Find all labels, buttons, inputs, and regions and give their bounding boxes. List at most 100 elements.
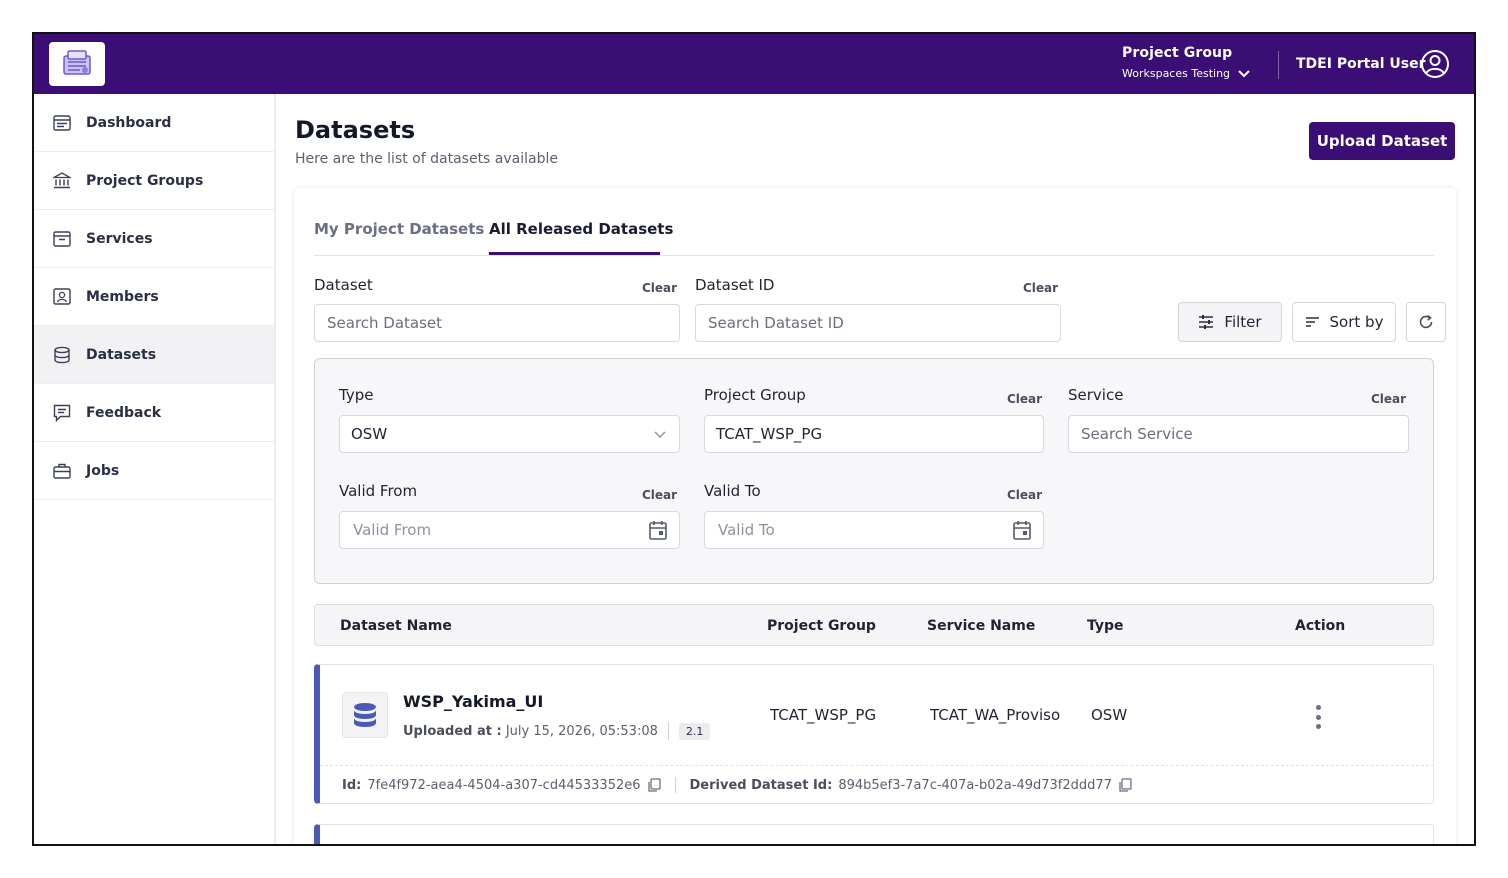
database-icon	[52, 345, 72, 365]
sidebar-item-members[interactable]: Members	[34, 268, 274, 326]
dataset-id-clear-link[interactable]: Clear	[1023, 281, 1058, 295]
app-logo[interactable]	[49, 42, 105, 86]
user-name[interactable]: TDEI Portal User	[1296, 56, 1426, 72]
archive-box-icon	[52, 229, 72, 249]
filter-button[interactable]: Filter	[1178, 302, 1282, 342]
sidebar-item-label: Jobs	[86, 462, 120, 479]
sidebar-item-jobs[interactable]: Jobs	[34, 442, 274, 500]
sidebar-item-project-groups[interactable]: Project Groups	[34, 152, 274, 210]
meta-divider	[667, 722, 669, 740]
sidebar-item-dashboard[interactable]: Dashboard	[34, 94, 274, 152]
upload-dataset-button[interactable]: Upload Dataset	[1309, 122, 1455, 160]
dataset-tabs: My Project Datasets All Released Dataset…	[314, 188, 1434, 256]
page-title: Datasets	[295, 116, 416, 144]
chevron-down-icon	[654, 431, 666, 439]
dataset-upload-meta: Uploaded at : July 15, 2026, 05:53:08 2.…	[403, 722, 711, 740]
sidebar-item-label: Services	[86, 230, 153, 247]
col-type[interactable]: Type	[1087, 618, 1124, 634]
dashboard-icon	[52, 113, 72, 133]
briefcase-icon	[52, 461, 72, 481]
type-select-value: OSW	[351, 425, 388, 443]
uploaded-at-label: Uploaded at :	[403, 723, 502, 739]
derived-id-value: 894b5ef3-7a7c-407a-b02a-49d73f2ddd77	[838, 777, 1112, 793]
col-service-name[interactable]: Service Name	[927, 618, 1035, 634]
sidebar: Dashboard Project Groups Services Member…	[34, 94, 276, 844]
project-group-selector[interactable]: Project Group Workspaces Testing	[1122, 45, 1250, 80]
calendar-icon[interactable]	[1013, 520, 1031, 540]
sidebar-item-label: Feedback	[86, 404, 162, 421]
type-select[interactable]: OSW	[339, 415, 680, 453]
valid-to-placeholder: Valid To	[718, 521, 775, 539]
active-tab-indicator	[489, 252, 660, 255]
type-filter-label: Type	[339, 386, 374, 404]
calendar-icon[interactable]	[649, 520, 667, 540]
refresh-button[interactable]	[1406, 302, 1446, 342]
top-navbar: Project Group Workspaces Testing TDEI Po…	[34, 34, 1474, 94]
derived-id-label: Derived Dataset Id:	[689, 777, 833, 793]
row-service-name: TCAT_WA_Proviso	[930, 706, 1061, 724]
id-divider	[674, 777, 676, 793]
project-group-filter-input[interactable]: TCAT_WSP_PG	[704, 415, 1044, 453]
row-actions-menu-icon[interactable]	[1310, 702, 1326, 732]
uploaded-at-value: July 15, 2026, 05:53:08	[505, 723, 658, 739]
valid-from-label: Valid From	[339, 482, 418, 500]
valid-from-input[interactable]: Valid From	[339, 511, 680, 549]
valid-to-input[interactable]: Valid To	[704, 511, 1044, 549]
valid-to-clear-link[interactable]: Clear	[1007, 488, 1042, 502]
project-group-value-row: Workspaces Testing	[1122, 67, 1250, 80]
valid-from-placeholder: Valid From	[353, 521, 432, 539]
row-project-group: TCAT_WSP_PG	[770, 706, 877, 724]
sidebar-item-feedback[interactable]: Feedback	[34, 384, 274, 442]
uploaded-at: Uploaded at : July 15, 2026, 05:53:08	[403, 724, 658, 739]
row-type: OSW	[1091, 706, 1128, 724]
col-dataset-name[interactable]: Dataset Name	[340, 618, 452, 634]
sliders-icon	[1199, 315, 1214, 329]
sidebar-item-label: Dashboard	[86, 114, 172, 131]
valid-from-clear-link[interactable]: Clear	[642, 488, 677, 502]
sort-icon	[1305, 317, 1319, 327]
dataset-clear-link[interactable]: Clear	[642, 281, 677, 295]
logo-icon	[63, 50, 91, 75]
valid-to-label: Valid To	[704, 482, 761, 500]
dataset-search-input[interactable]	[314, 304, 680, 342]
members-icon	[52, 287, 72, 307]
sidebar-item-label: Members	[86, 288, 159, 305]
app-window: Project Group Workspaces Testing TDEI Po…	[32, 32, 1476, 846]
row-divider	[320, 765, 1434, 766]
sidebar-item-label: Project Groups	[86, 172, 204, 189]
table-row[interactable]: WSP_Yakima_UI Uploaded at : July 15, 202…	[314, 664, 1434, 804]
dataset-database-icon	[342, 692, 388, 738]
sort-by-button[interactable]: Sort by	[1292, 302, 1396, 342]
service-clear-link[interactable]: Clear	[1371, 392, 1406, 406]
filter-panel: Type OSW Project Group Clear TCAT_WSP_PG…	[314, 358, 1434, 584]
service-search-input[interactable]	[1068, 415, 1409, 453]
main-content: Datasets Here are the list of datasets a…	[276, 94, 1474, 844]
project-group-label: Project Group	[1122, 45, 1233, 61]
table-row[interactable]	[314, 824, 1434, 844]
table-header: Dataset Name Project Group Service Name …	[314, 604, 1434, 646]
header-divider	[1278, 51, 1279, 79]
dataset-search-label: Dataset	[314, 276, 373, 294]
col-project-group[interactable]: Project Group	[767, 618, 876, 634]
sidebar-item-datasets[interactable]: Datasets	[34, 326, 274, 384]
tab-all-released-datasets[interactable]: All Released Datasets	[489, 220, 673, 238]
sidebar-item-services[interactable]: Services	[34, 210, 274, 268]
user-avatar-icon[interactable]	[1420, 49, 1450, 79]
project-group-clear-link[interactable]: Clear	[1007, 392, 1042, 406]
copy-icon[interactable]	[647, 777, 661, 793]
copy-icon[interactable]	[1118, 777, 1132, 793]
chevron-down-icon[interactable]	[1238, 69, 1250, 78]
project-group-value: Workspaces Testing	[1122, 67, 1231, 80]
sort-by-label: Sort by	[1329, 313, 1384, 331]
datasets-card: My Project Datasets All Released Dataset…	[294, 188, 1456, 844]
version-badge: 2.1	[678, 722, 711, 740]
tab-my-project-datasets[interactable]: My Project Datasets	[314, 220, 484, 238]
filter-button-label: Filter	[1224, 313, 1262, 331]
id-value: 7fe4f972-aea4-4504-a307-cd44533352e6	[367, 777, 641, 793]
dataset-id-search-input[interactable]	[695, 304, 1061, 342]
page-subtitle: Here are the list of datasets available	[295, 151, 558, 167]
dataset-name[interactable]: WSP_Yakima_UI	[403, 692, 543, 711]
service-filter-label: Service	[1068, 386, 1124, 404]
project-group-filter-value: TCAT_WSP_PG	[716, 425, 823, 443]
feedback-icon	[52, 403, 72, 423]
